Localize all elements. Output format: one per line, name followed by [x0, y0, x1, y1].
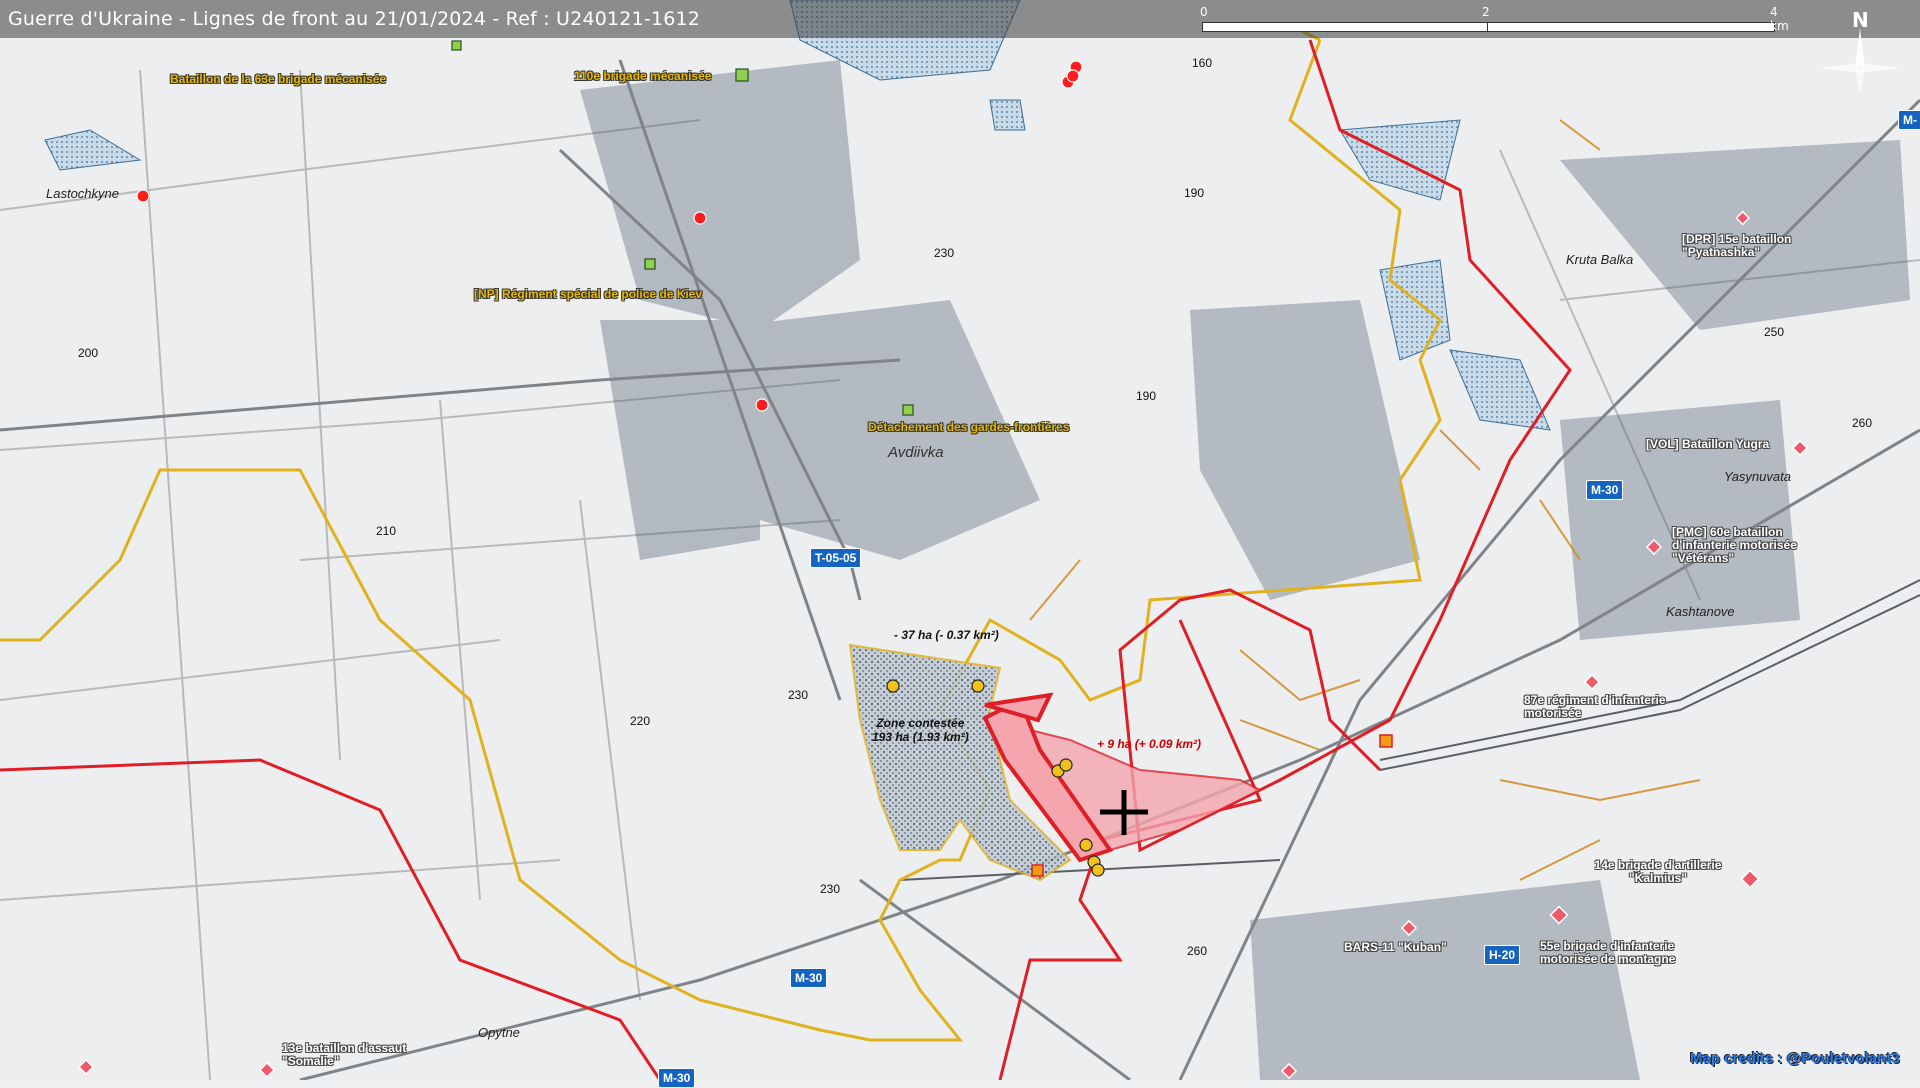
unit-label-police-kiev: [NP] Régiment spécial de police de Kiev [474, 287, 703, 301]
place-avdiivka: Avdiivka [888, 444, 944, 461]
contested-zone-title: Zone contestée [876, 716, 965, 730]
elevation-label: 230 [788, 688, 809, 702]
scale-tick-0: 0 [1200, 5, 1208, 19]
scale-bar-segment [1487, 22, 1775, 32]
north-label: N [1852, 8, 1869, 32]
unit-label-bat63: Bataillon de la 63e brigade mécanisée [170, 72, 387, 86]
scale-tick-2: 2 [1482, 5, 1490, 19]
elevation-label: 200 [78, 346, 99, 360]
unit-label-bat13: 13e bataillon d'assaut "Somalie" [282, 1041, 407, 1068]
elevation-label: 160 [1192, 56, 1213, 70]
unit-label-brig110: 110e brigade mécanisée [574, 69, 712, 83]
unit-label-border-guards: Détachement des gardes-frontières [868, 420, 1070, 434]
scale-bar: 0 2 4 km [1200, 5, 1789, 33]
map-credits[interactable]: Map credits : @Pouletvolant3 [1690, 1050, 1900, 1067]
road-badge-m30: M-30 [1586, 480, 1624, 500]
compass-rose-icon: N [1818, 6, 1902, 96]
road-badge-m30: M-30 [658, 1068, 696, 1088]
unit-label-pmc60: [PMC] 60e bataillon d'infanterie motoris… [1672, 525, 1797, 565]
elevation-label: 260 [1187, 944, 1208, 958]
elevation-label: 260 [1852, 416, 1873, 430]
elevation-label: 190 [1184, 186, 1205, 200]
unit-label-brig55: 55e brigade d'infanterie motorisée de mo… [1540, 939, 1676, 966]
elevation-label: 230 [934, 246, 955, 260]
place-kashtanove: Kashtanove [1666, 604, 1735, 619]
unit-label-art14: 14e brigade d'artillerie "Kalmius" [1594, 858, 1722, 885]
place-lastochkyne: Lastochkyne [46, 186, 119, 201]
map-canvas[interactable] [0, 0, 1920, 1080]
road-badge-m30: M-30 [790, 968, 828, 988]
unit-label-reg87: 87e régiment d'infanterie motorisée [1524, 693, 1666, 720]
road-badge-m: M- [1898, 110, 1920, 130]
elevation-label: 230 [820, 882, 841, 896]
map-title: Guerre d'Ukraine - Lignes de front au 21… [8, 8, 701, 30]
unit-label-dpr15: [DPR] 15e bataillon "Pyatnashka" [1682, 232, 1792, 259]
elevation-label: 190 [1136, 389, 1157, 403]
unit-label-bars11: BARS-11 "Kuban" [1344, 940, 1447, 954]
elevation-label: 220 [630, 714, 651, 728]
unit-label-vol-yugra: [VOL] Bataillon Yugra [1646, 437, 1770, 451]
road-badge-h20: H-20 [1484, 945, 1521, 965]
zone-loss-label: - 37 ha (- 0.37 km²) [894, 628, 999, 642]
scale-bar-segment [1202, 22, 1488, 32]
zone-gain-label: + 9 ha (+ 0.09 km²) [1097, 737, 1202, 751]
contested-zone-label: Zone contestée 193 ha (1.93 km²) [872, 716, 969, 744]
place-opytne: Opytne [478, 1025, 520, 1040]
place-yasynuvata: Yasynuvata [1724, 469, 1791, 484]
elevation-label: 210 [376, 524, 397, 538]
scale-tick-4: 4 km [1770, 5, 1789, 33]
place-kruta-balka: Kruta Balka [1566, 252, 1634, 267]
elevation-label: 250 [1764, 325, 1785, 339]
road-badge-t0505: T-05-05 [810, 548, 862, 568]
contested-zone-area: 193 ha (1.93 km²) [872, 730, 969, 744]
